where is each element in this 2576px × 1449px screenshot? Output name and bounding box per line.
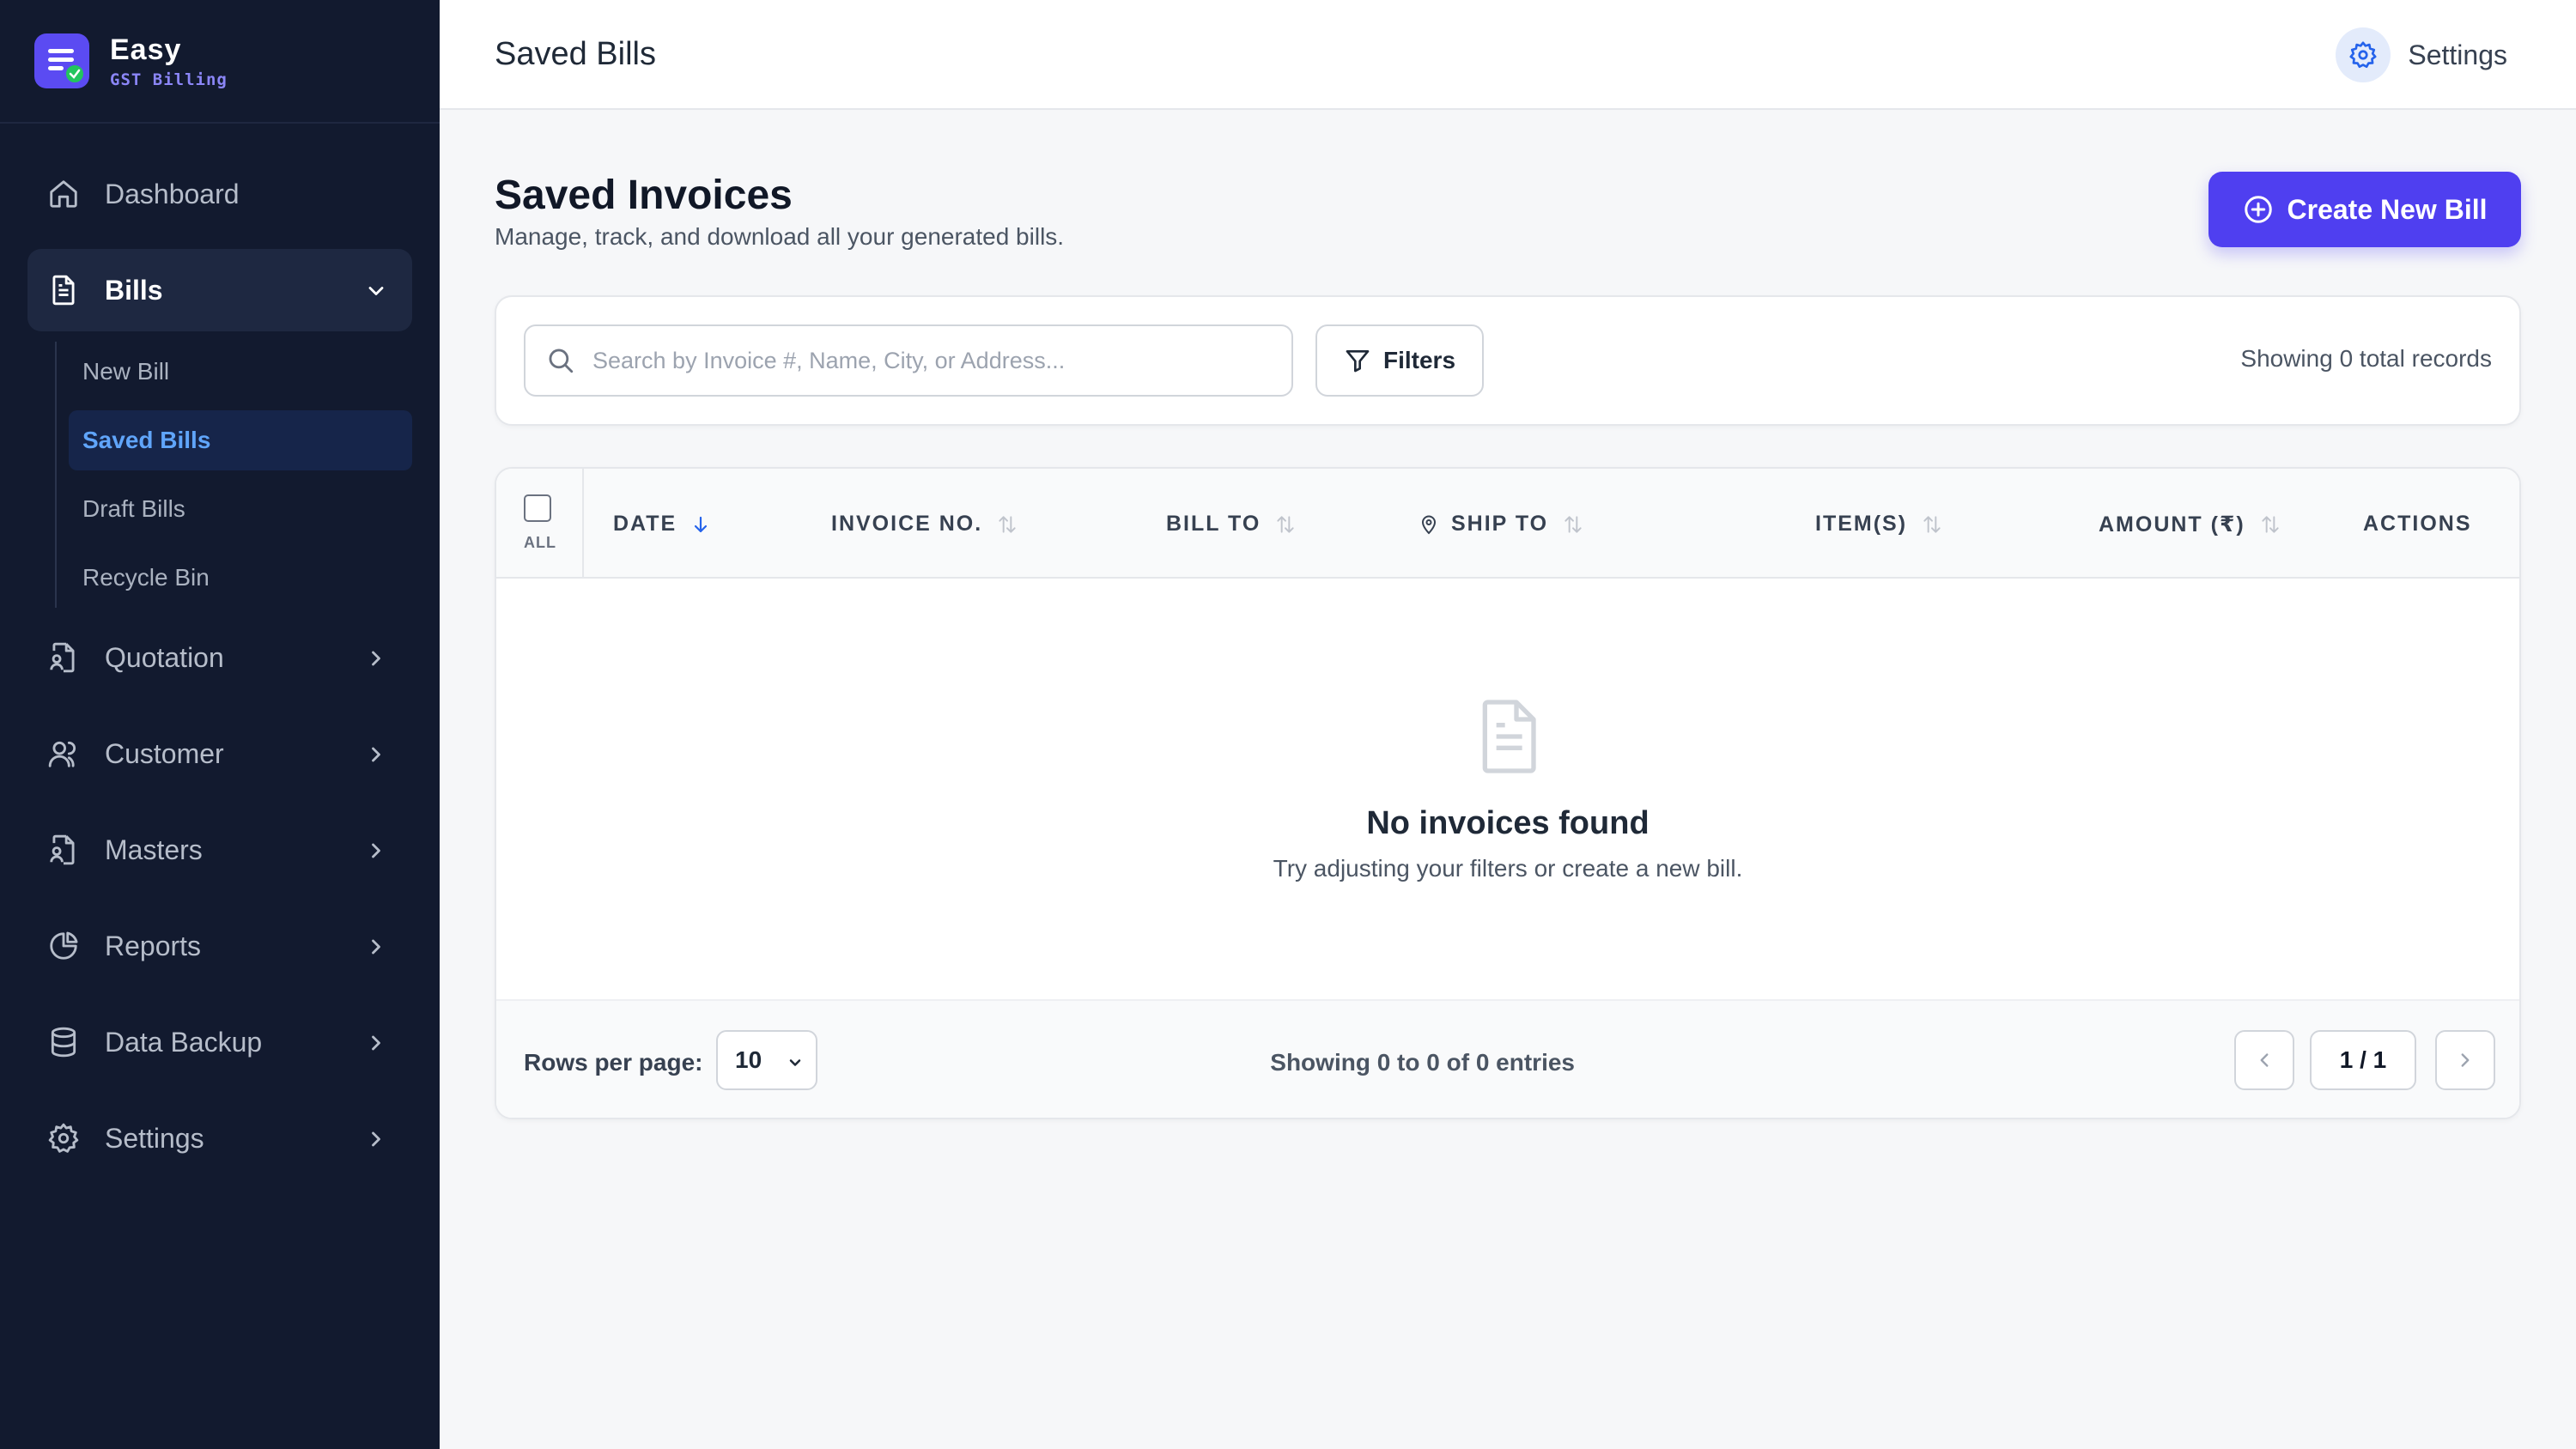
sidebar-item-dashboard[interactable]: Dashboard [27,153,412,235]
main-content: Saved Invoices Manage, track, and downlo… [440,110,2576,1449]
filter-icon [1346,350,1370,373]
search-field[interactable] [524,324,1293,397]
topbar: Saved Bills Settings [440,0,2576,110]
chevron-right-icon [364,742,388,773]
database-icon [46,1025,81,1059]
brand[interactable]: Easy GST Billing [0,0,440,124]
pie-chart-icon [46,929,81,963]
brand-logo-icon [34,33,89,88]
create-new-bill-button[interactable]: Create New Bill [2208,172,2521,247]
chevron-right-icon [364,838,388,870]
sidebar-item-label: Quotation [105,641,224,673]
sidebar-item-bills[interactable]: Bills [27,249,412,331]
topbar-settings-label: Settings [2408,39,2507,70]
entries-summary: Showing 0 to 0 of 0 entries [1270,1049,1575,1076]
file-user-icon [46,833,81,867]
sort-icon [1564,515,1582,533]
sidebar-subitem-recycle-bin[interactable]: Recycle Bin [69,548,412,608]
invoices-table: ALL DATE INVOICE NO. BILL TO SHIP TO ITE… [495,467,2521,1119]
sidebar: Easy GST Billing Dashboard Bills New Bil… [0,0,440,1449]
empty-file-icon [1473,695,1542,782]
sort-icon [1277,515,1294,533]
previous-page-button[interactable] [2234,1030,2294,1090]
select-all-checkbox[interactable] [524,494,551,522]
sidebar-item-label: Reports [105,930,202,961]
plus-circle-icon [2244,196,2272,223]
column-header-actions: ACTIONS [2363,512,2472,536]
chevron-right-icon [2461,1053,2470,1067]
bills-submenu: New Bill Saved Bills Draft Bills Recycle… [55,342,412,608]
sidebar-subitem-saved-bills[interactable]: Saved Bills [69,410,412,470]
brand-name: Easy [110,33,182,66]
sidebar-item-data-backup[interactable]: Data Backup [27,1001,412,1083]
sidebar-subitem-draft-bills[interactable]: Draft Bills [69,479,412,539]
topbar-title: Saved Bills [495,36,656,72]
sidebar-item-label: Masters [105,834,203,865]
brand-subtitle: GST Billing [110,70,228,89]
search-toolbar: Filters Showing 0 total records [495,295,2521,426]
chevron-right-icon [364,934,388,966]
home-icon [46,177,81,211]
arrow-down-icon [695,516,708,532]
chevron-left-icon [2260,1053,2269,1067]
chevron-right-icon [364,646,388,677]
sidebar-item-label: Dashboard [105,178,240,209]
page-subtitle: Manage, track, and download all your gen… [495,223,1065,250]
sidebar-nav: Dashboard Bills New Bill Saved Bills Dra… [27,153,412,1193]
sidebar-item-label: Settings [105,1122,204,1154]
page-indicator: 1 / 1 [2310,1030,2416,1090]
sidebar-item-masters[interactable]: Masters [27,809,412,891]
sort-icon [1923,515,1941,533]
column-header-invoice-no[interactable]: INVOICE NO. [831,512,1018,537]
sidebar-item-customer[interactable]: Customer [27,712,412,795]
next-page-button[interactable] [2435,1030,2495,1090]
sidebar-item-quotation[interactable]: Quotation [27,616,412,699]
column-header-items[interactable]: ITEM(S) [1815,512,1943,537]
create-new-bill-label: Create New Bill [2287,193,2488,225]
filters-button[interactable]: Filters [1315,324,1484,397]
sidebar-subitem-new-bill[interactable]: New Bill [69,342,412,402]
empty-state-subtitle: Try adjusting your filters or create a n… [1273,855,1743,882]
search-icon [549,349,574,373]
users-icon [46,737,81,771]
sidebar-item-settings[interactable]: Settings [27,1097,412,1179]
sidebar-item-label: Bills [105,274,163,306]
chevron-right-icon [364,1030,388,1062]
column-header-date[interactable]: DATE [613,512,711,537]
sort-icon [2262,516,2279,533]
sidebar-item-reports[interactable]: Reports [27,905,412,987]
gear-icon [2336,27,2391,82]
page-title: Saved Invoices [495,173,793,218]
column-header-bill-to[interactable]: BILL TO [1166,512,1297,537]
select-all-cell: ALL [496,469,584,577]
sort-icon [999,515,1016,533]
search-input[interactable] [592,347,1245,374]
file-user-icon [46,640,81,675]
chevron-down-icon [364,278,388,310]
filters-label: Filters [1382,347,1456,373]
file-text-icon [46,273,81,307]
topbar-settings-button[interactable]: Settings [2336,27,2507,82]
sidebar-item-label: Data Backup [105,1026,263,1058]
gear-icon [46,1121,81,1155]
sidebar-item-label: Customer [105,737,224,769]
chevron-right-icon [364,1126,388,1158]
select-all-label: ALL [524,534,556,551]
records-count: Showing 0 total records [2240,345,2492,372]
table-footer: Rows per page: 10 Showing 0 to 0 of 0 en… [496,999,2519,1118]
column-header-amount[interactable]: AMOUNT (₹) [2099,512,2281,537]
column-header-ship-to[interactable]: SHIP TO [1419,512,1584,537]
table-header: ALL DATE INVOICE NO. BILL TO SHIP TO ITE… [496,469,2519,579]
empty-state-title: No invoices found [1366,805,1649,841]
map-pin-icon [1421,515,1437,534]
